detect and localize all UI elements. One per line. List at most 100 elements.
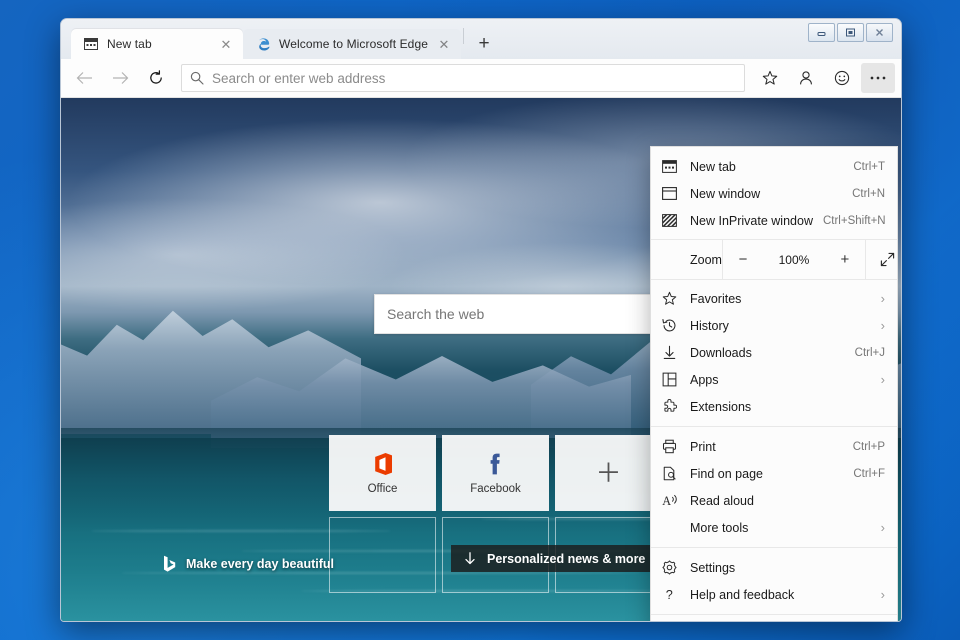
menu-item-label: New window [690,187,842,201]
settings-and-more-button[interactable] [861,63,895,93]
menu-item-label: New InPrivate window [690,214,813,228]
menu-item-apps[interactable]: Apps › [651,366,897,393]
window-icon [662,187,690,200]
history-icon [662,318,690,333]
menu-item-new-inprivate-window[interactable]: New InPrivate window Ctrl+Shift+N [651,207,897,234]
window-caption-buttons [808,23,893,42]
maximize-button[interactable] [837,23,864,42]
tile-office[interactable]: Office [329,435,436,511]
menu-item-extensions[interactable]: Extensions [651,393,897,420]
menu-item-label: Extensions [690,400,885,414]
menu-item-settings[interactable]: Settings [651,554,897,581]
new-tab-button[interactable]: + [469,29,499,59]
personalized-news-button[interactable]: Personalized news & more [451,545,662,572]
tab-new-tab[interactable]: New tab ✕ [71,29,243,59]
menu-item-label: New tab [690,160,843,174]
refresh-button[interactable] [139,63,173,93]
news-button-label: Personalized news & more [487,552,645,566]
browser-window: New tab ✕ Welcome to Microsoft Edge Can … [60,18,902,622]
edge-logo-icon [255,36,271,52]
zoom-label: Zoom [651,240,722,279]
search-icon [190,71,204,85]
menu-separator [651,547,897,548]
menu-item-shortcut: Ctrl+N [852,188,885,200]
address-input-placeholder: Search or enter web address [212,71,385,86]
zoom-out-button[interactable]: − [735,252,751,267]
menu-item-label: Help and feedback [690,588,871,602]
tab-welcome-edge[interactable]: Welcome to Microsoft Edge Can ✕ [243,29,461,59]
browser-toolbar: Search or enter web address [61,59,901,98]
menu-item-label: Read aloud [690,494,885,508]
tab-close-button[interactable]: ✕ [437,37,451,51]
tile-label: Office [368,483,398,495]
zoom-in-button[interactable]: + [837,252,853,267]
menu-item-more-tools[interactable]: More tools › [651,514,897,541]
fullscreen-button[interactable] [865,240,901,279]
readaloud-icon: A [662,493,690,508]
arrow-left-icon [76,71,93,85]
chevron-right-icon: › [881,319,885,332]
tile-add-site[interactable]: ＋ [555,435,662,511]
apps-icon [662,372,690,387]
chevron-right-icon: › [881,292,885,305]
chevron-right-icon: › [881,588,885,601]
chevron-right-icon: › [881,521,885,534]
new-tab-page: Search the web Office [61,98,901,621]
facebook-icon [485,452,507,476]
menu-item-label: History [690,319,871,333]
menu-item-label: Downloads [690,346,845,360]
print-icon [662,439,690,454]
gear-icon [662,560,690,575]
forward-button[interactable] [103,63,137,93]
settings-and-more-menu: New tab Ctrl+T New window Ctrl+N [650,146,898,621]
star-icon [762,70,778,86]
favorites-button[interactable] [753,63,787,93]
menu-item-label: More tools [690,521,871,535]
extensions-icon [662,399,690,414]
menu-item-new-window[interactable]: New window Ctrl+N [651,180,897,207]
minimize-button[interactable] [808,23,835,42]
address-bar[interactable]: Search or enter web address [181,64,745,92]
menu-item-shortcut: Ctrl+T [853,161,885,173]
menu-item-history[interactable]: History › [651,312,897,339]
menu-zoom-row: Zoom − 100% + [651,239,897,280]
menu-item-downloads[interactable]: Downloads Ctrl+J [651,339,897,366]
newtab-icon [662,160,690,173]
menu-item-shortcut: Ctrl+J [855,347,885,359]
menu-item-read-aloud[interactable]: A Read aloud [651,487,897,514]
close-button[interactable] [866,23,893,42]
bing-caption-text: Make every day beautiful [186,557,334,571]
fullscreen-icon [880,252,895,267]
zoom-controls: − 100% + [722,240,865,279]
tab-close-button[interactable]: ✕ [219,37,233,51]
menu-item-favorites[interactable]: Favorites › [651,285,897,312]
menu-separator [651,614,897,615]
menu-item-label: Favorites [690,292,871,306]
plus-icon: ＋ [595,460,621,486]
menu-item-new-tab[interactable]: New tab Ctrl+T [651,153,897,180]
download-icon [662,345,690,360]
ellipsis-icon [869,75,887,81]
title-bar: New tab ✕ Welcome to Microsoft Edge Can … [61,19,901,59]
tab-title: Welcome to Microsoft Edge Can [279,37,429,51]
menu-item-label: Find on page [690,467,843,481]
tab-strip: New tab ✕ Welcome to Microsoft Edge Can … [61,19,499,59]
office-icon [372,452,394,476]
tile-facebook[interactable]: Facebook [442,435,549,511]
back-button[interactable] [67,63,101,93]
help-icon: ? [662,587,690,602]
bing-image-caption: Make every day beautiful [163,555,334,573]
menu-item-shortcut: Ctrl+P [853,441,885,453]
newtab-icon [83,36,99,52]
arrow-right-icon [112,71,129,85]
profile-button[interactable] [789,63,823,93]
menu-item-help-and-feedback[interactable]: ? Help and feedback › [651,581,897,608]
feedback-button[interactable] [825,63,859,93]
menu-item-label: Print [690,440,843,454]
tab-separator [463,28,464,44]
menu-item-find-on-page[interactable]: Find on page Ctrl+F [651,460,897,487]
menu-item-label: Settings [690,561,885,575]
menu-item-print[interactable]: Print Ctrl+P [651,433,897,460]
svg-text:?: ? [666,588,673,602]
tile-placeholder[interactable] [329,517,436,593]
